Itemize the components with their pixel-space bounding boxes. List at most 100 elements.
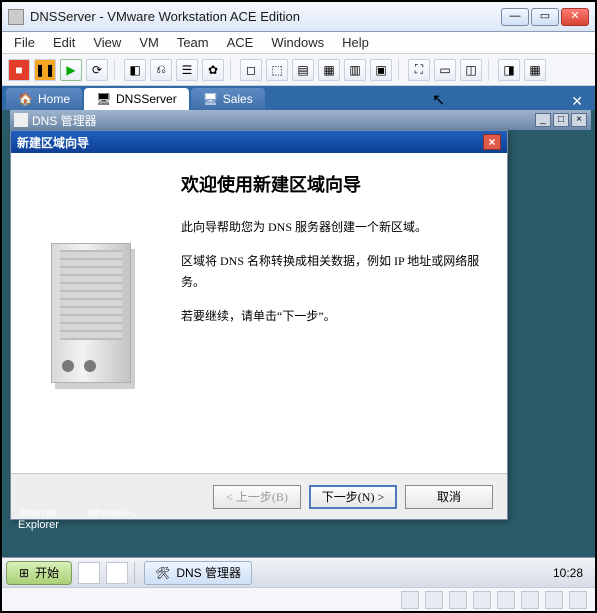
toolbar-icon[interactable]: ▦ — [318, 59, 340, 81]
toolbar-icon[interactable]: ✿ — [202, 59, 224, 81]
cursor-icon: ↖ — [432, 90, 445, 110]
status-device-icon[interactable] — [425, 591, 443, 609]
quickswitch-icon[interactable]: ▭ — [434, 59, 456, 81]
vmware-title: DNSServer - VMware Workstation ACE Editi… — [8, 9, 501, 25]
menu-team[interactable]: Team — [177, 35, 209, 50]
wizard-body: 欢迎使用新建区域向导 此向导帮助您为 DNS 服务器创建一个新区域。 区域将 D… — [11, 153, 507, 473]
status-device-icon[interactable] — [449, 591, 467, 609]
wizard-next-button[interactable]: 下一步(N) > — [309, 485, 397, 509]
tab-home[interactable]: 🏠 Home — [6, 88, 82, 110]
menu-view[interactable]: View — [93, 35, 121, 50]
snapshot-revert-icon[interactable]: ⎌ — [150, 59, 172, 81]
vmware-toolbar: ■ ❚❚ ▶ ⟳ ◧ ⎌ ☰ ✿ ◻ ⬚ ▤ ▦ ▥ ▣ ⛶ ▭ ◫ ◨ ▦ — [2, 54, 595, 86]
vmware-app-icon — [8, 9, 24, 25]
wizard-heading: 欢迎使用新建区域向导 — [181, 171, 487, 197]
tab-sales-label: Sales — [223, 92, 253, 106]
mmc-window-controls: _ □ × — [535, 113, 587, 127]
vmware-menu-bar: File Edit View VM Team ACE Windows Help — [2, 32, 595, 54]
toolbar-icon[interactable]: ▣ — [370, 59, 392, 81]
mmc-maximize-button[interactable]: □ — [553, 113, 569, 127]
toolbar-icon[interactable]: ▥ — [344, 59, 366, 81]
status-device-icon[interactable] — [545, 591, 563, 609]
tray-icon[interactable] — [449, 565, 465, 581]
wizard-title-text: 新建区域向导 — [17, 134, 483, 151]
dns-icon — [14, 113, 28, 127]
toolbar-icon[interactable]: ▤ — [292, 59, 314, 81]
tab-dnsserver-label: DNSServer — [116, 92, 177, 106]
toolbar-icon[interactable]: ◻ — [240, 59, 262, 81]
menu-edit[interactable]: Edit — [53, 35, 75, 50]
toolbar-separator — [398, 59, 402, 81]
tray-volume-icon[interactable] — [529, 565, 545, 581]
thumbnail-icon[interactable]: ▦ — [524, 59, 546, 81]
wizard-close-button[interactable]: × — [483, 134, 501, 150]
snapshot-icon[interactable]: ◧ — [124, 59, 146, 81]
status-device-icon[interactable] — [401, 591, 419, 609]
home-icon: 🏠 — [18, 92, 32, 106]
snapshot-manager-icon[interactable]: ☰ — [176, 59, 198, 81]
desktop-icon-ethereal[interactable]: ethereal-... — [87, 507, 140, 531]
menu-ace[interactable]: ACE — [227, 35, 254, 50]
menu-help[interactable]: Help — [342, 35, 369, 50]
status-device-icon[interactable] — [521, 591, 539, 609]
tabs-close-button[interactable]: ✕ — [563, 93, 591, 110]
vm-suspend-icon[interactable]: ❚❚ — [34, 59, 56, 81]
vm-poweroff-icon[interactable]: ■ — [8, 59, 30, 81]
vmware-status-bar — [2, 587, 595, 611]
fullscreen-icon[interactable]: ⛶ — [408, 59, 430, 81]
tab-home-label: Home — [38, 92, 70, 106]
vm-reset-icon[interactable]: ⟳ — [86, 59, 108, 81]
wizard-content: 欢迎使用新建区域向导 此向导帮助您为 DNS 服务器创建一个新区域。 区域将 D… — [171, 153, 507, 473]
status-device-icon[interactable] — [473, 591, 491, 609]
mmc-close-button[interactable]: × — [571, 113, 587, 127]
tray-icon[interactable] — [469, 565, 485, 581]
guest-desktop[interactable]: DNS 管理器 _ □ × + + 💾 新建区域向导 × 欢迎使用新建区域向导 … — [2, 110, 595, 587]
menu-vm[interactable]: VM — [139, 35, 159, 50]
taskbar-separator — [134, 562, 138, 584]
vm-play-icon[interactable]: ▶ — [60, 59, 82, 81]
vmware-title-bar: DNSServer - VMware Workstation ACE Editi… — [2, 2, 595, 32]
unity-icon[interactable]: ◫ — [460, 59, 482, 81]
start-button[interactable]: ⊞ 开始 — [6, 561, 72, 585]
wizard-back-button: < 上一步(B) — [213, 485, 301, 509]
tab-dnsserver[interactable]: 🖥 DNSServer — [84, 88, 189, 110]
toolbar-separator — [114, 59, 118, 81]
menu-file[interactable]: File — [14, 35, 35, 50]
tray-network-icon[interactable] — [509, 565, 525, 581]
mmc-title-text: DNS 管理器 — [32, 112, 531, 129]
taskbar-clock[interactable]: 10:28 — [549, 566, 587, 580]
taskbar-task-dns[interactable]: 🛠 DNS 管理器 — [144, 561, 252, 585]
vmware-close-button[interactable]: ✕ — [561, 8, 589, 26]
vmware-minimize-button[interactable]: — — [501, 8, 529, 26]
tab-sales[interactable]: 🖥 Sales — [191, 88, 265, 110]
guest-taskbar: ⊞ 开始 🛠 DNS 管理器 10:28 — [2, 557, 595, 587]
vmware-maximize-button[interactable]: ▭ — [531, 8, 559, 26]
status-device-icon[interactable] — [497, 591, 515, 609]
sidebar-icon[interactable]: ◨ — [498, 59, 520, 81]
dns-icon: 🛠 — [155, 566, 170, 580]
status-device-icon[interactable] — [569, 591, 587, 609]
vm-icon: 🖥 — [96, 92, 110, 106]
desktop-icon-ie[interactable]: Internet Explorer — [18, 507, 59, 531]
toolbar-separator — [488, 59, 492, 81]
wizard-title-bar[interactable]: 新建区域向导 × — [11, 131, 507, 153]
wizard-cancel-button[interactable]: 取消 — [405, 485, 493, 509]
server-graphic-icon — [51, 243, 131, 383]
start-label: 开始 — [35, 564, 59, 581]
windows-logo-icon: ⊞ — [19, 566, 29, 580]
wizard-graphic-panel — [11, 153, 171, 473]
menu-windows[interactable]: Windows — [271, 35, 324, 50]
new-zone-wizard-dialog: 新建区域向导 × 欢迎使用新建区域向导 此向导帮助您为 DNS 服务器创建一个新… — [10, 130, 508, 520]
quicklaunch-button[interactable] — [78, 562, 100, 584]
wizard-text-1: 此向导帮助您为 DNS 服务器创建一个新区域。 — [181, 217, 487, 237]
vmware-tab-bar: 🏠 Home 🖥 DNSServer 🖥 Sales ✕ ↖ — [2, 86, 595, 110]
toolbar-separator — [230, 59, 234, 81]
vmware-title-text: DNSServer - VMware Workstation ACE Editi… — [30, 9, 300, 24]
tray-icon[interactable] — [489, 565, 505, 581]
mmc-title-bar: DNS 管理器 _ □ × — [10, 110, 591, 130]
taskbar-task-label: DNS 管理器 — [176, 564, 241, 581]
wizard-text-3: 若要继续，请单击“下一步”。 — [181, 306, 487, 326]
quicklaunch-button[interactable] — [106, 562, 128, 584]
mmc-minimize-button[interactable]: _ — [535, 113, 551, 127]
toolbar-icon[interactable]: ⬚ — [266, 59, 288, 81]
